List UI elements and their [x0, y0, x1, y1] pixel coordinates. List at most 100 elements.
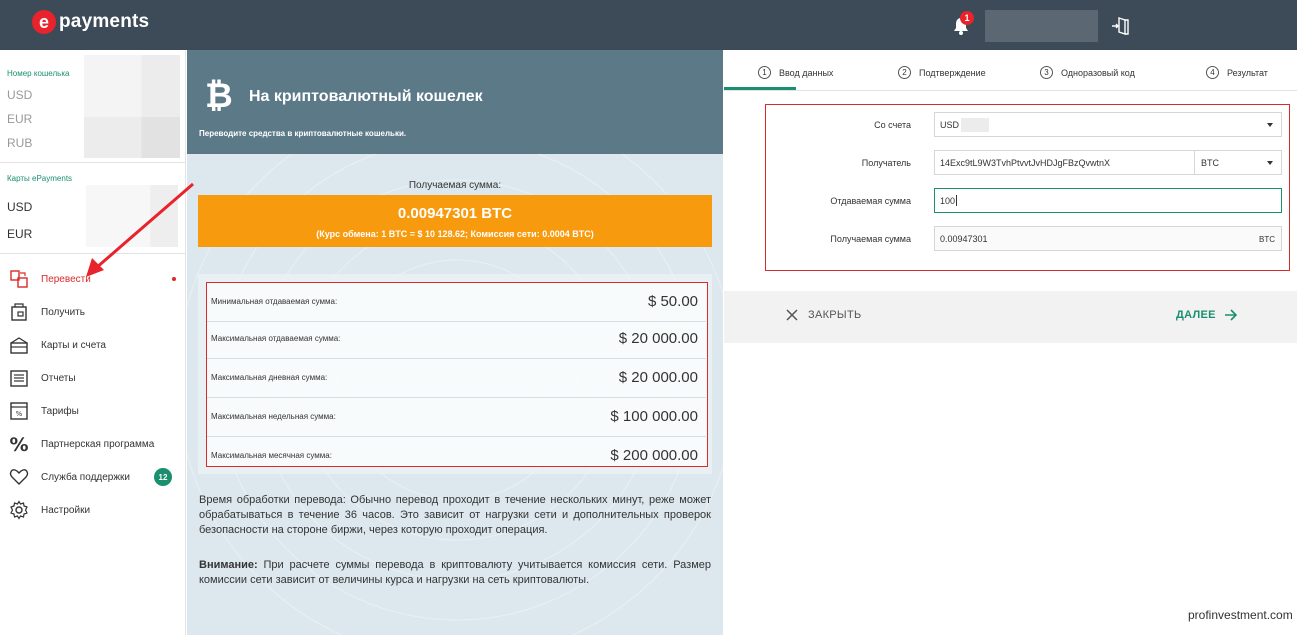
sidebar-item-receive[interactable]: Получить [0, 297, 186, 327]
steps-bar: 1 Ввод данных 2 Подтверждение 3 Одноразо… [724, 50, 1297, 91]
step-label: Подтверждение [919, 67, 986, 78]
recipient-label: Получатель [861, 158, 911, 168]
info-subtitle: Переводите средства в криптовалютные кош… [199, 129, 407, 138]
next-label: ДАЛЕЕ [1176, 309, 1216, 321]
epayments-logo[interactable]: e payments [32, 10, 149, 34]
limit-value: $ 100 000.00 [610, 408, 698, 425]
step-otp: 3 Одноразовый код [1040, 66, 1135, 79]
sidebar-item-label: Получить [41, 306, 85, 318]
text-cursor [956, 195, 958, 206]
limit-label: Минимальная отдаваемая сумма: [211, 297, 338, 306]
send-amount-label: Отдаваемая сумма [830, 196, 911, 206]
wallet-currency[interactable]: USD [7, 88, 32, 102]
logout-icon[interactable] [1110, 15, 1132, 37]
crypto-info-panel: ₿ На криптовалютный кошелек Переводите с… [187, 50, 723, 635]
sidebar-item-label: Карты и счета [41, 339, 106, 351]
from-account-select[interactable]: USD [934, 112, 1282, 137]
limit-value: $ 20 000.00 [618, 330, 698, 347]
transfer-form: Со счета USD Получатель 14Exc9tL9W3TvhPt… [765, 104, 1290, 271]
sidebar-item-transfer[interactable]: Перевести [0, 264, 186, 294]
arrow-right-icon [1224, 309, 1237, 321]
step-number: 4 [1206, 66, 1219, 79]
limit-value: $ 200 000.00 [610, 447, 698, 464]
card-currency[interactable]: USD [7, 200, 32, 214]
warning-body: При расчете суммы перевода в криптовалют… [199, 559, 711, 586]
card-numbers-masked [86, 185, 178, 247]
support-count-badge: 12 [154, 468, 172, 486]
sidebar-item-label: Перевести [41, 273, 91, 285]
sidebar-item-label: Отчеты [41, 372, 76, 384]
sidebar-item-cards[interactable]: Карты и счета [0, 330, 186, 360]
limit-label: Максимальная недельная сумма: [211, 412, 336, 421]
receive-currency: BTC [1259, 235, 1275, 244]
limit-value: $ 50.00 [647, 293, 698, 310]
limit-label: Максимальная отдаваемая сумма: [211, 334, 341, 343]
wallet-currency[interactable]: EUR [7, 112, 32, 126]
sidebar-item-settings[interactable]: Настройки [0, 495, 186, 525]
percent-icon: % [9, 434, 28, 454]
received-amount-value: 0.00947301 BTC [397, 205, 513, 222]
close-icon [786, 309, 798, 321]
step-label: Одноразовый код [1061, 67, 1135, 78]
step-confirmation: 2 Подтверждение [898, 66, 986, 79]
sidebar-item-label: Служба поддержки [41, 471, 131, 483]
recipient-currency-select[interactable]: BTC [1194, 150, 1282, 175]
step-number: 2 [898, 66, 911, 79]
table-row: Максимальная отдаваемая сумма: $ 20 000.… [207, 320, 706, 359]
info-header: ₿ На криптовалютный кошелек Переводите с… [187, 50, 723, 154]
cards-section-title: Карты ePayments [7, 174, 73, 183]
divider [0, 162, 186, 163]
warning-label: Внимание: [199, 559, 258, 571]
step-label: Ввод данных [779, 67, 834, 78]
wallet-numbers-masked [84, 117, 180, 158]
divider [0, 253, 186, 254]
step-number: 1 [758, 66, 771, 79]
receive-amount-value: 0.00947301 [940, 233, 988, 244]
table-row: Максимальная недельная сумма: $ 100 000.… [207, 398, 706, 437]
card-currency[interactable]: EUR [7, 227, 32, 241]
next-button[interactable]: ДАЛЕЕ [1176, 309, 1238, 321]
sidebar: Номер кошелька USD EUR RUB Карты ePaymen… [0, 50, 186, 635]
sidebar-item-tariffs[interactable]: % Тарифы [0, 396, 186, 426]
receive-amount-label: Получаемая сумма [830, 234, 911, 244]
top-header: e payments 1 [0, 0, 1297, 50]
gear-icon [10, 500, 28, 520]
step-number: 3 [1040, 66, 1053, 79]
notification-badge: 1 [960, 11, 974, 25]
tariffs-icon: % [10, 402, 28, 420]
from-account-label: Со счета [874, 120, 911, 130]
exchange-rate-text: (Курс обмена: 1 BTC = $ 10 128.62; Комис… [316, 229, 594, 239]
close-button[interactable]: ЗАКРЫТЬ [786, 309, 862, 321]
send-amount-input[interactable]: 100 [934, 188, 1282, 213]
send-amount-value: 100 [940, 195, 956, 206]
table-row: Максимальная дневная сумма: $ 20 000.00 [207, 359, 706, 398]
info-title: На криптовалютный кошелек [249, 88, 483, 105]
bitcoin-icon: ₿ [205, 77, 233, 115]
watermark: profinvestment.com [1188, 608, 1293, 622]
transfer-form-panel: 1 Ввод данных 2 Подтверждение 3 Одноразо… [724, 50, 1297, 635]
wallet-currency[interactable]: RUB [7, 136, 32, 150]
step-label: Результат [1227, 67, 1268, 78]
logo-mark: e [32, 10, 56, 34]
sidebar-item-partner[interactable]: % Партнерская программа [0, 429, 186, 459]
recipient-currency: BTC [1201, 157, 1219, 168]
chevron-down-icon [1267, 123, 1273, 127]
sidebar-item-reports[interactable]: Отчеты [0, 363, 186, 393]
receive-icon [11, 303, 27, 321]
wallet-section-title: Номер кошелька [7, 69, 70, 78]
sidebar-item-label: Партнерская программа [41, 438, 155, 450]
step-input-data: 1 Ввод данных [758, 66, 833, 79]
received-amount-label: Получаемая сумма: [408, 180, 502, 191]
svg-text:%: % [9, 434, 28, 454]
processing-time-text: Время обработки перевода: Обычно перевод… [199, 494, 711, 536]
heart-icon [9, 469, 29, 485]
table-row: Максимальная месячная сумма: $ 200 000.0… [207, 437, 706, 476]
transfer-icon [10, 270, 28, 288]
received-amount-box: 0.00947301 BTC (Курс обмена: 1 BTC = $ 1… [198, 195, 712, 247]
from-account-value: USD [940, 119, 960, 130]
limit-label: Максимальная дневная сумма: [211, 373, 328, 382]
sidebar-item-support[interactable]: Служба поддержки 12 [0, 462, 186, 492]
chevron-down-icon [1267, 161, 1273, 165]
user-account-box[interactable] [985, 10, 1098, 42]
limit-label: Максимальная месячная сумма: [211, 451, 332, 460]
